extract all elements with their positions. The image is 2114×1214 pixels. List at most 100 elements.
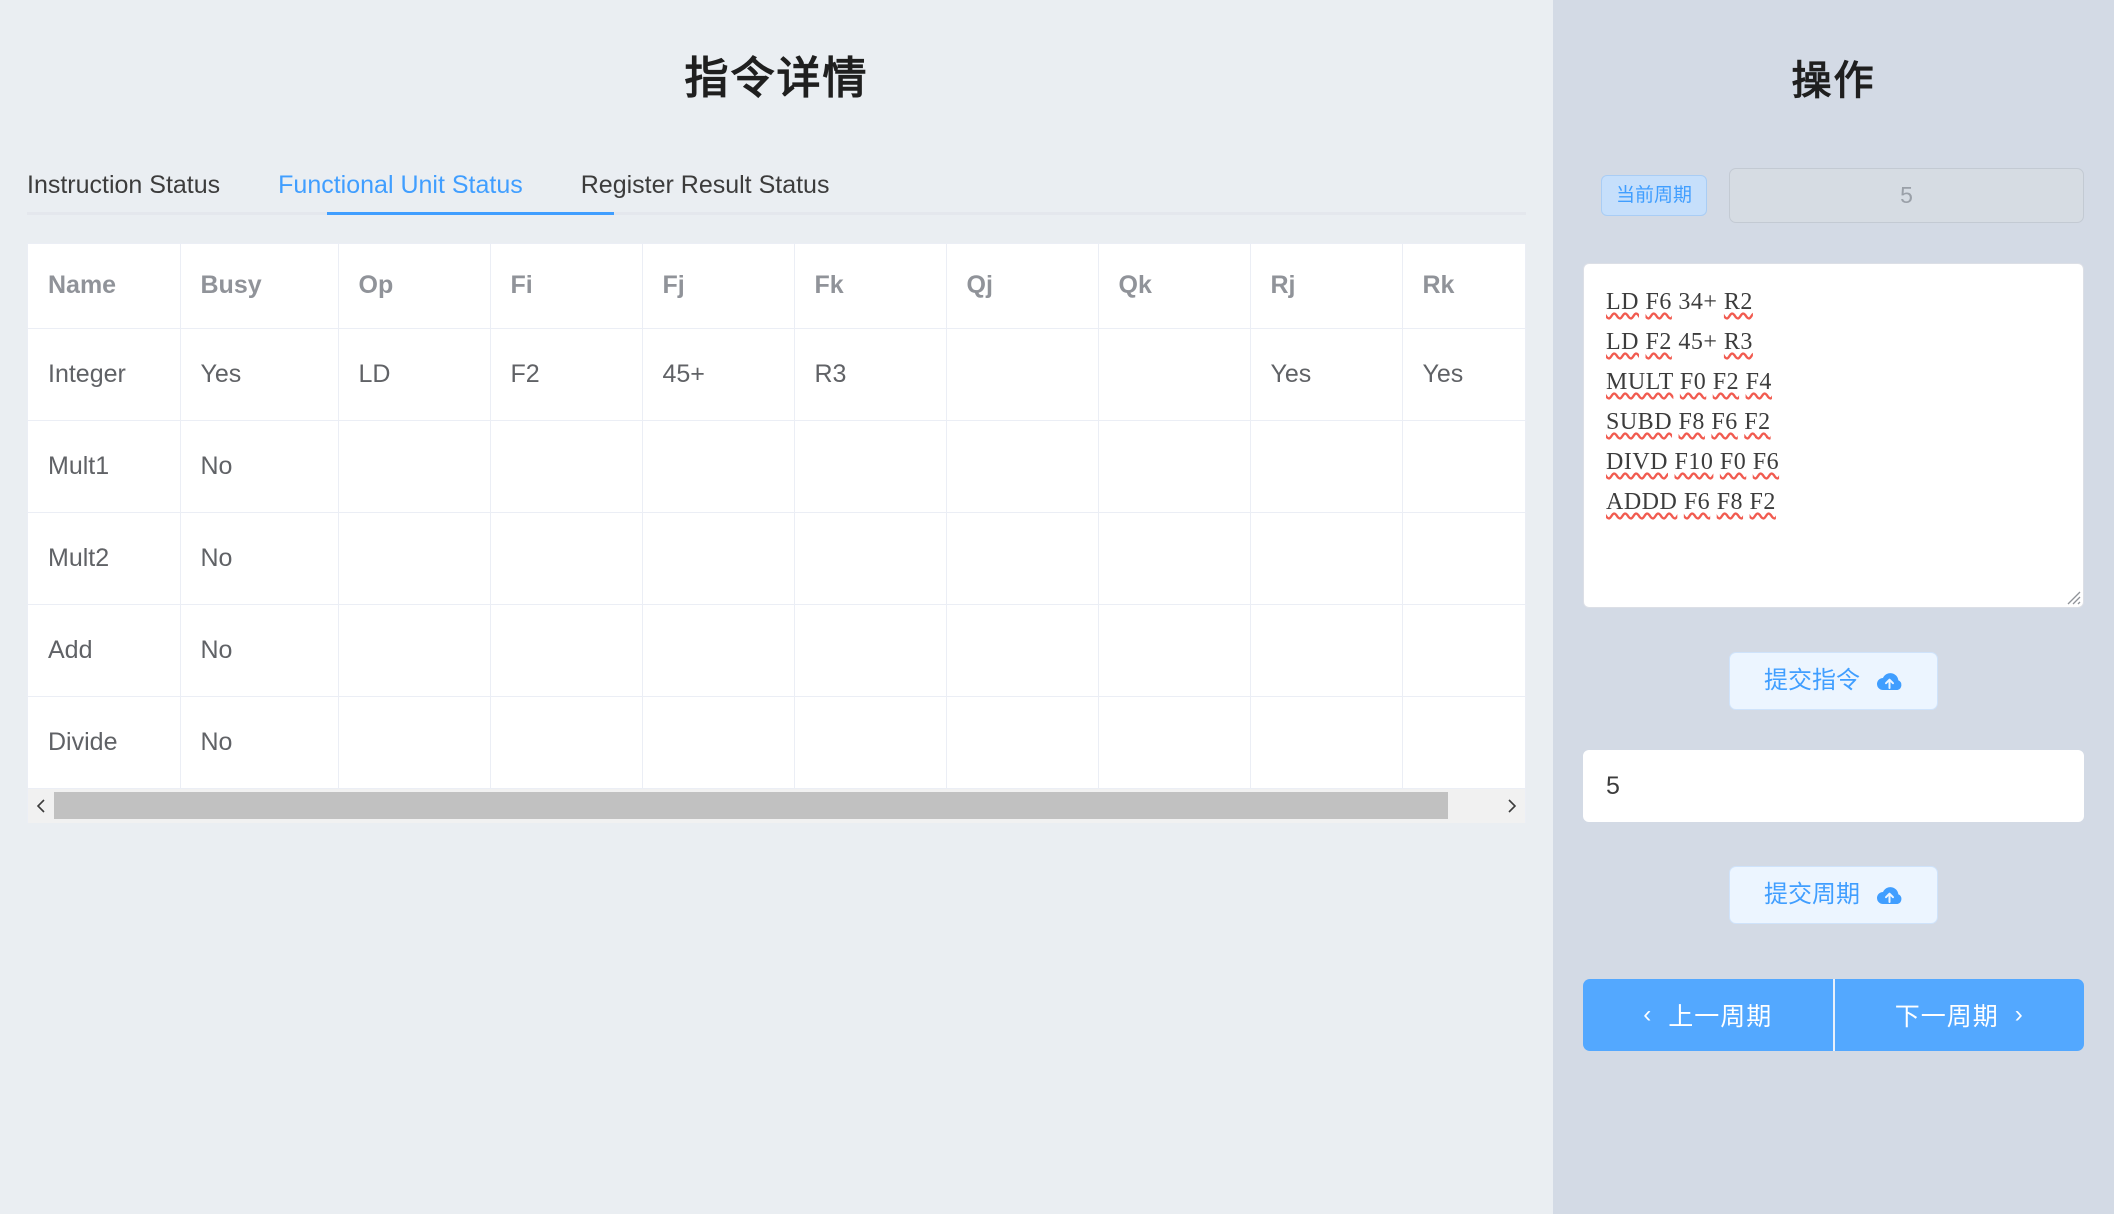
cell-qk [1098,328,1251,421]
cell-rk [1402,512,1527,605]
cell-op [338,604,491,697]
cell-fk [794,604,947,697]
column-header-fj: Fj [642,244,795,329]
next-cycle-label: 下一周期 [1894,1003,1999,1031]
instruction-line: ADDD F6 F8 F2 [1606,489,1776,515]
cell-qk [1098,512,1251,605]
instruction-detail-panel: 指令详情 Instruction Status Functional Unit … [0,0,1553,1214]
functional-unit-status-table-wrap: Name Busy Op Fi Fj Fk Qj Qk Rj Rk Intege… [27,243,1527,823]
previous-cycle-button[interactable]: ‹ 上一周期 [1583,979,1833,1051]
cell-fk [794,420,947,513]
previous-cycle-label: 上一周期 [1668,1003,1773,1031]
current-cycle-row: 当前周期 5 [1583,168,2084,223]
current-cycle-value-display: 5 [1729,168,2084,223]
submit-instructions-button[interactable]: 提交指令 [1729,652,1938,710]
tab-underline-track [27,212,1526,215]
submit-cycle-button[interactable]: 提交周期 [1729,866,1938,924]
column-header-qj: Qj [946,244,1099,329]
cell-op [338,696,491,788]
tab-register-result-status[interactable]: Register Result Status [551,173,858,212]
table-header: Name Busy Op Fi Fj Fk Qj Qk Rj Rk [28,244,1527,329]
tab-instruction-status[interactable]: Instruction Status [27,173,248,212]
cell-rj [1250,696,1403,788]
cell-fj [642,696,795,788]
instruction-line: LD F2 45+ R3 [1606,329,1753,355]
cell-qk [1098,420,1251,513]
cell-rk [1402,696,1527,788]
cell-op [338,512,491,605]
column-header-qk: Qk [1098,244,1251,329]
scroll-left-arrow-icon[interactable] [28,788,54,823]
cell-fj [642,512,795,605]
cell-name: Mult2 [28,512,181,605]
cell-op: LD [338,328,491,421]
cell-op [338,420,491,513]
instruction-line: LD F6 34+ R2 [1606,289,1753,315]
cell-qk [1098,604,1251,697]
cell-rj: Yes [1250,328,1403,421]
cell-qj [946,604,1099,697]
column-header-op: Op [338,244,491,329]
instruction-line: SUBD F8 F6 F2 [1606,409,1771,435]
operations-title: 操作 [1791,59,1876,103]
textarea-resize-grip-icon[interactable] [2063,587,2081,605]
cell-fi [490,696,643,788]
scroll-right-arrow-icon[interactable] [1499,788,1525,823]
cell-fj [642,420,795,513]
instruction-input-textarea[interactable]: LD F6 34+ R2 LD F2 45+ R3 MULT F0 F2 F4 … [1583,263,2084,608]
column-header-rj: Rj [1250,244,1403,329]
cell-rj [1250,512,1403,605]
tab-functional-unit-status[interactable]: Functional Unit Status [248,173,551,212]
chevron-left-icon: ‹ [1643,1001,1653,1028]
cell-busy: No [180,696,339,788]
cell-fk [794,696,947,788]
table-header-row: Name Busy Op Fi Fj Fk Qj Qk Rj Rk [28,244,1527,329]
scrollbar-track[interactable] [54,788,1499,823]
cell-fj [642,604,795,697]
cell-qj [946,328,1099,421]
cloud-upload-icon [1877,673,1902,690]
cell-rk [1402,420,1527,513]
cycle-input[interactable] [1583,750,2084,822]
submit-instructions-label: 提交指令 [1764,667,1860,694]
instruction-line: DIVD F10 F0 F6 [1606,449,1780,475]
current-cycle-tag: 当前周期 [1601,175,1708,216]
cycle-navigation-group: ‹ 上一周期 下一周期 › [1583,979,2084,1051]
column-header-fk: Fk [794,244,947,329]
cell-fi [490,512,643,605]
cell-name: Add [28,604,181,697]
functional-unit-status-table: Name Busy Op Fi Fj Fk Qj Qk Rj Rk Intege… [28,244,1527,788]
submit-instructions-row: 提交指令 [1583,608,2084,710]
table-row: Integer Yes LD F2 45+ R3 Yes Yes [28,328,1527,421]
column-header-fi: Fi [490,244,643,329]
cell-qj [946,696,1099,788]
table-row: Mult2 No [28,512,1527,605]
cell-qk [1098,696,1251,788]
cell-fj: 45+ [642,328,795,421]
page-title: 指令详情 [684,54,869,103]
cell-fk [794,512,947,605]
table-row: Mult1 No [28,420,1527,513]
table-body: Integer Yes LD F2 45+ R3 Yes Yes Mult1 N… [28,328,1527,788]
chevron-right-icon: › [2014,1001,2024,1028]
instruction-line: MULT F0 F2 F4 [1606,369,1772,395]
tabs-container: Instruction Status Functional Unit Statu… [0,156,1553,215]
next-cycle-button[interactable]: 下一周期 › [1832,979,2084,1051]
cell-rk [1402,604,1527,697]
table-row: Divide No [28,696,1527,788]
cell-busy: Yes [180,328,339,421]
column-header-name: Name [28,244,181,329]
cell-fk: R3 [794,328,947,421]
scrollbar-thumb[interactable] [54,791,1448,819]
column-header-busy: Busy [180,244,339,329]
submit-cycle-label: 提交周期 [1764,881,1860,908]
cell-fi: F2 [490,328,643,421]
cell-busy: No [180,420,339,513]
submit-cycle-row: 提交周期 [1583,822,2084,924]
cell-name: Integer [28,328,181,421]
cell-name: Divide [28,696,181,788]
cell-qj [946,512,1099,605]
table-horizontal-scrollbar[interactable] [28,788,1525,823]
cell-qj [946,420,1099,513]
cell-busy: No [180,512,339,605]
